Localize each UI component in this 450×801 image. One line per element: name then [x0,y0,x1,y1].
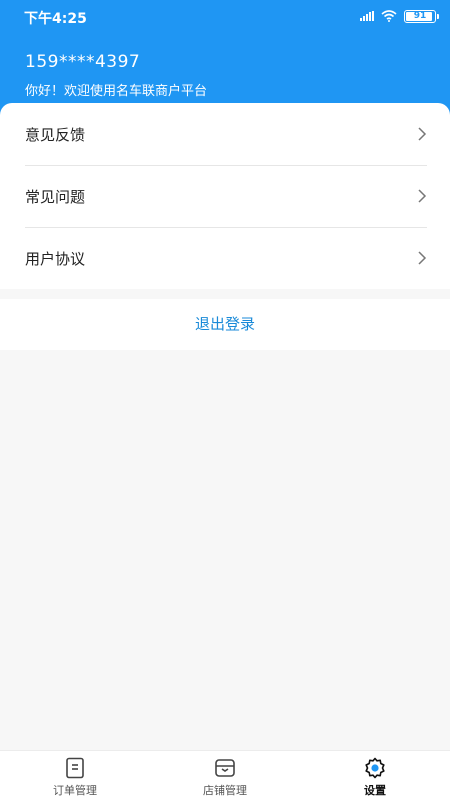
chevron-right-icon [418,127,427,141]
tab-label: 店铺管理 [203,784,247,797]
tab-settings[interactable]: 设置 [325,751,425,801]
logout-button[interactable]: 退出登录 [0,299,450,350]
settings-icon [365,757,385,779]
greeting-text: 你好！欢迎使用名车联商户平台 [25,84,208,99]
menu-item-label: 用户协议 [25,250,86,268]
signal-icon [360,11,374,21]
tab-label: 订单管理 [53,784,97,797]
user-phone: 159****4397 [25,52,141,72]
menu-item-label: 意见反馈 [25,126,86,144]
status-icons: 91 [360,9,439,23]
battery-level: 91 [413,11,427,21]
bottom-tab-bar: 订单管理 店铺管理 设置 [0,750,450,801]
tab-order-management[interactable]: 订单管理 [25,751,125,801]
menu-item-label: 常见问题 [25,188,86,206]
battery-icon: 91 [404,9,439,23]
chevron-right-icon [418,251,427,265]
order-icon [66,757,84,779]
menu-item-user-agreement[interactable]: 用户协议 [25,227,427,289]
settings-menu: 意见反馈 常见问题 用户协议 [0,103,450,289]
menu-item-faq[interactable]: 常见问题 [25,165,427,228]
menu-item-feedback[interactable]: 意见反馈 [25,103,427,166]
store-icon [215,759,235,777]
header: 下午4:25 91 159****4397 你好！欢迎使用名车联商户平台 [0,0,450,115]
status-bar: 下午4:25 91 [0,0,450,32]
tab-label: 设置 [364,784,386,797]
tab-store-management[interactable]: 店铺管理 [175,751,275,801]
status-time: 下午4:25 [24,11,87,27]
chevron-right-icon [418,189,427,203]
wifi-icon [381,10,397,22]
